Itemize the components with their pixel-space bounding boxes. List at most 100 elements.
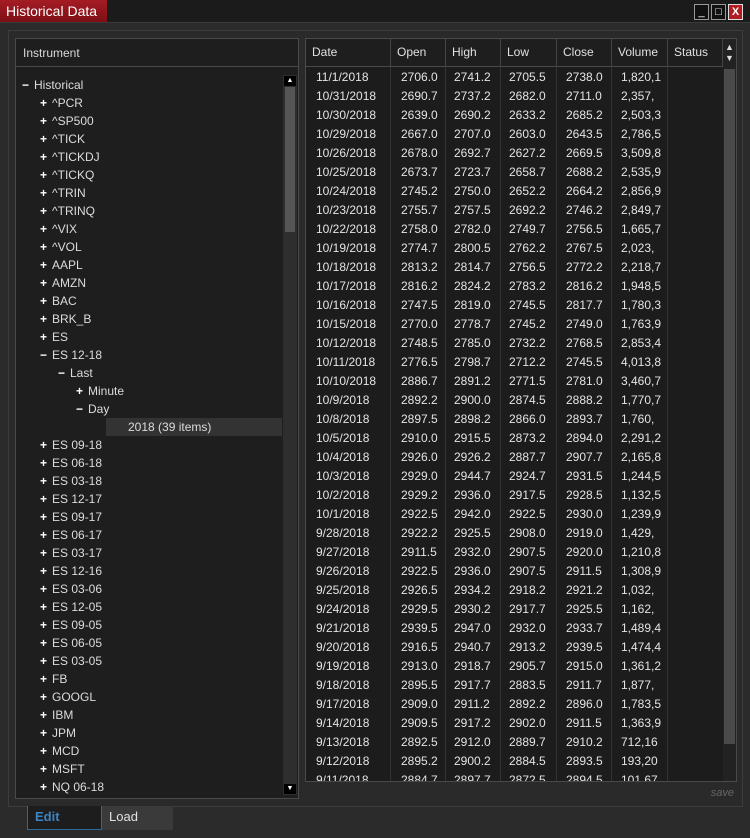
- tab-edit[interactable]: Edit: [27, 806, 102, 830]
- expand-icon[interactable]: +: [40, 148, 52, 166]
- maximize-button[interactable]: □: [711, 4, 726, 20]
- expand-icon[interactable]: +: [40, 670, 52, 688]
- expand-icon[interactable]: +: [40, 310, 52, 328]
- expand-icon[interactable]: +: [40, 436, 52, 454]
- tree-node[interactable]: + ES 06-17: [40, 526, 102, 544]
- scroll-down-icon[interactable]: ▼: [284, 784, 296, 794]
- tree-node[interactable]: + AMZN: [40, 274, 86, 292]
- expand-icon[interactable]: +: [40, 760, 52, 778]
- tree-node[interactable]: + ^TRINQ: [40, 202, 95, 220]
- tree-node[interactable]: + ES 06-18: [40, 454, 102, 472]
- expand-icon[interactable]: +: [40, 184, 52, 202]
- scroll-up-icon[interactable]: ▲: [725, 42, 734, 52]
- tree-node[interactable]: + ^PCR: [40, 94, 83, 112]
- expand-icon[interactable]: +: [40, 220, 52, 238]
- expand-icon[interactable]: +: [40, 112, 52, 130]
- tree-node[interactable]: − Day: [76, 400, 109, 418]
- tree-node[interactable]: + ^TICK: [40, 130, 85, 148]
- tree-node[interactable]: + ES 09-18: [40, 436, 102, 454]
- column-header-volume[interactable]: Volume: [612, 39, 668, 66]
- expand-icon[interactable]: +: [40, 238, 52, 256]
- expand-icon[interactable]: +: [40, 724, 52, 742]
- expand-icon[interactable]: +: [40, 544, 52, 562]
- grid-scrollbar[interactable]: ▲ ▼: [723, 39, 736, 781]
- grid-scroll-thumb[interactable]: [724, 69, 735, 744]
- tree-node[interactable]: + ^TRIN: [40, 184, 86, 202]
- tree-node[interactable]: − Last: [58, 364, 93, 382]
- expand-icon[interactable]: +: [40, 94, 52, 112]
- column-header-open[interactable]: Open: [391, 39, 446, 66]
- expand-icon[interactable]: +: [40, 490, 52, 508]
- tree-node[interactable]: + ^VIX: [40, 220, 77, 238]
- expand-icon[interactable]: +: [40, 616, 52, 634]
- expand-icon[interactable]: +: [40, 742, 52, 760]
- tree-node[interactable]: + ES 12-17: [40, 490, 102, 508]
- scroll-down-icon[interactable]: ▼: [725, 53, 734, 63]
- scroll-up-icon[interactable]: ▲: [284, 76, 296, 86]
- expand-icon[interactable]: +: [40, 130, 52, 148]
- tree-node[interactable]: + ^TICKQ: [40, 166, 94, 184]
- tree-node[interactable]: − Historical: [22, 76, 83, 94]
- tree-node[interactable]: + BRK_B: [40, 310, 91, 328]
- tree-node[interactable]: + NQ 06-18: [40, 778, 104, 796]
- collapse-icon[interactable]: −: [76, 400, 88, 418]
- tree-node[interactable]: + ES 03-05: [40, 652, 102, 670]
- column-header-close[interactable]: Close: [557, 39, 612, 66]
- expand-icon[interactable]: +: [40, 202, 52, 220]
- expand-icon[interactable]: +: [40, 580, 52, 598]
- tree-node[interactable]: + ES 09-17: [40, 508, 102, 526]
- expand-icon[interactable]: +: [40, 706, 52, 724]
- column-header-status[interactable]: Status: [668, 39, 723, 66]
- tree-node[interactable]: + MSFT: [40, 760, 85, 778]
- tree-node[interactable]: + MCD: [40, 742, 79, 760]
- expand-icon[interactable]: +: [40, 292, 52, 310]
- tree-node[interactable]: + ES 09-05: [40, 616, 102, 634]
- tree-node[interactable]: + ES 03-17: [40, 544, 102, 562]
- expand-icon[interactable]: +: [40, 256, 52, 274]
- expand-icon[interactable]: +: [40, 472, 52, 490]
- tree-scrollbar[interactable]: ▲ ▼: [283, 75, 297, 795]
- tree-node[interactable]: + BAC: [40, 292, 77, 310]
- expand-icon[interactable]: +: [40, 652, 52, 670]
- expand-icon[interactable]: +: [40, 688, 52, 706]
- expand-icon[interactable]: +: [40, 274, 52, 292]
- tree-node[interactable]: + JPM: [40, 724, 76, 742]
- collapse-icon[interactable]: −: [58, 364, 70, 382]
- expand-icon[interactable]: +: [40, 454, 52, 472]
- tree-node[interactable]: + ES: [40, 328, 68, 346]
- expand-icon[interactable]: +: [40, 166, 52, 184]
- column-header-date[interactable]: Date: [306, 39, 391, 66]
- tree-node[interactable]: + FB: [40, 670, 67, 688]
- tree-node[interactable]: + ^TICKDJ: [40, 148, 100, 166]
- tree-node[interactable]: + ES 12-16: [40, 562, 102, 580]
- tree-node[interactable]: + AAPL: [40, 256, 83, 274]
- expand-icon[interactable]: +: [40, 526, 52, 544]
- tree-node[interactable]: 2018 (39 items): [106, 418, 282, 436]
- save-link[interactable]: save: [711, 787, 734, 799]
- expand-icon[interactable]: +: [40, 328, 52, 346]
- expand-icon[interactable]: +: [76, 382, 88, 400]
- expand-icon[interactable]: +: [40, 778, 52, 796]
- tree-node[interactable]: + GOOGL: [40, 688, 96, 706]
- close-button[interactable]: X: [728, 4, 743, 20]
- tree-node[interactable]: + Minute: [76, 382, 124, 400]
- tree-node[interactable]: + ES 03-06: [40, 580, 102, 598]
- expand-icon[interactable]: +: [40, 634, 52, 652]
- collapse-icon[interactable]: −: [40, 346, 52, 364]
- tree-node[interactable]: + IBM: [40, 706, 73, 724]
- column-header-high[interactable]: High: [446, 39, 501, 66]
- expand-icon[interactable]: +: [40, 508, 52, 526]
- tree-node[interactable]: + ES 03-18: [40, 472, 102, 490]
- expand-icon[interactable]: +: [40, 598, 52, 616]
- tree-node[interactable]: + ^SP500: [40, 112, 94, 130]
- minimize-button[interactable]: _: [694, 4, 709, 20]
- tree-scroll-thumb[interactable]: [285, 87, 295, 232]
- collapse-icon[interactable]: −: [22, 76, 34, 94]
- tree-node[interactable]: + ES 06-05: [40, 634, 102, 652]
- expand-icon[interactable]: +: [40, 562, 52, 580]
- tree-node[interactable]: + ES 12-05: [40, 598, 102, 616]
- tab-load[interactable]: Load: [102, 806, 173, 830]
- tree-node[interactable]: − ES 12-18: [40, 346, 102, 364]
- tree-node[interactable]: + ^VOL: [40, 238, 82, 256]
- column-header-low[interactable]: Low: [501, 39, 557, 66]
